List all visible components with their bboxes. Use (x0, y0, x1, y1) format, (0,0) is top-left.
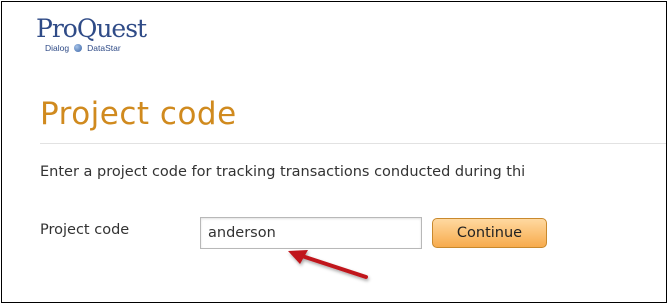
proquest-logo: ProQuest Dialog DataStar (36, 14, 147, 53)
annotation-arrow-icon (288, 250, 368, 279)
page-frame: ProQuest Dialog DataStar Project code En… (1, 1, 667, 303)
title-divider (40, 143, 666, 144)
logo-subbrands: Dialog DataStar (45, 43, 146, 53)
logo-sub-dialog: Dialog (45, 43, 70, 53)
page-title: Project code (40, 96, 237, 132)
page-description: Enter a project code for tracking transa… (40, 164, 526, 180)
project-code-label: Project code (40, 222, 130, 238)
logo-dot-icon (74, 44, 83, 52)
project-code-input[interactable] (200, 217, 422, 249)
logo-sub-datastar: DataStar (87, 43, 121, 53)
continue-button[interactable]: Continue (432, 218, 547, 248)
logo-wordmark: ProQuest (36, 14, 147, 43)
